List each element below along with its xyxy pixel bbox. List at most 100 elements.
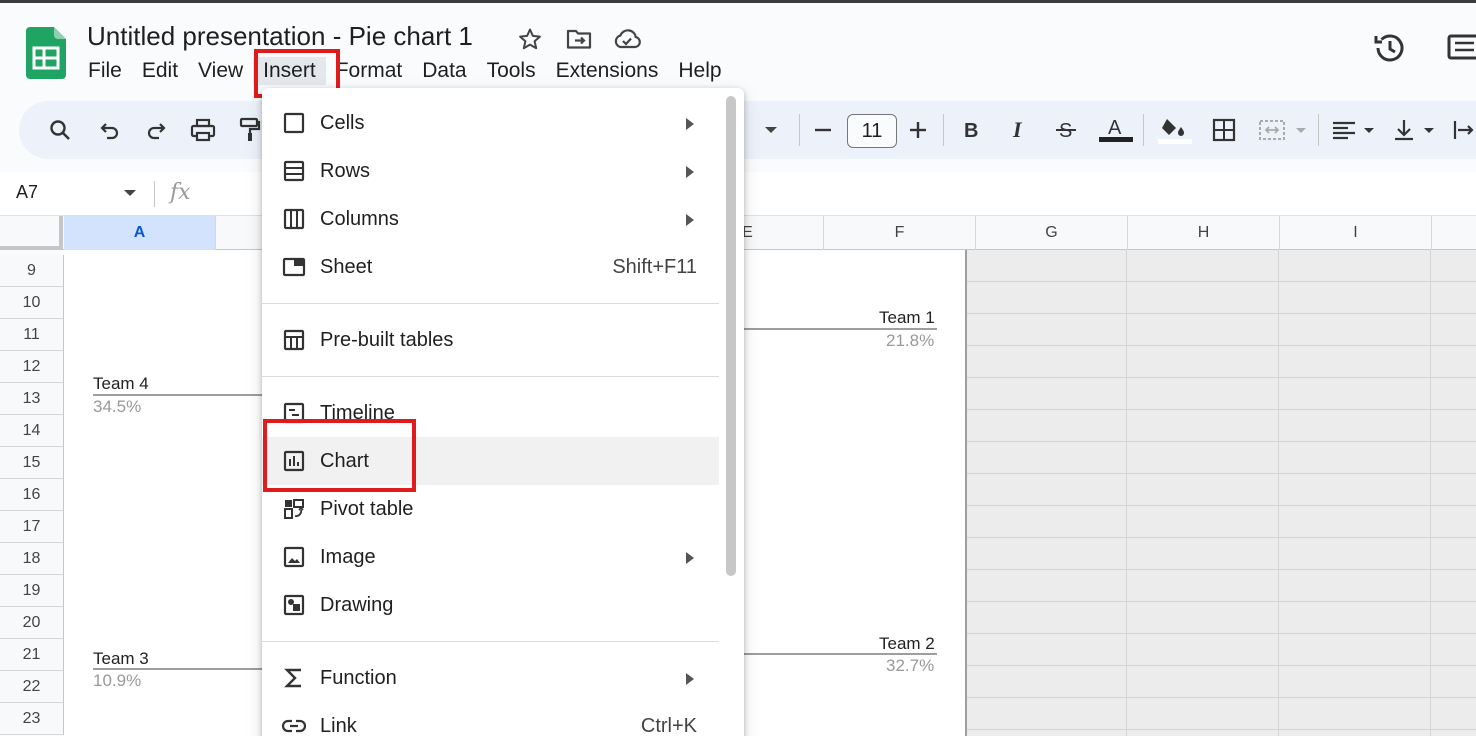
pivot-table-icon bbox=[282, 497, 306, 521]
column-header-g[interactable]: G bbox=[976, 216, 1128, 250]
cell-grid[interactable] bbox=[967, 250, 1476, 736]
row-header[interactable]: 12 bbox=[0, 351, 64, 383]
menu-item-function[interactable]: Function bbox=[262, 654, 719, 702]
row-header[interactable]: 17 bbox=[0, 511, 64, 543]
column-header-j[interactable] bbox=[1432, 216, 1476, 250]
row-header[interactable]: 19 bbox=[0, 575, 64, 607]
column-header-h[interactable]: H bbox=[1128, 216, 1280, 250]
menu-item-sheet[interactable]: Sheet Shift+F11 bbox=[262, 243, 719, 291]
menu-item-label: Cells bbox=[320, 111, 365, 134]
select-all-corner[interactable] bbox=[0, 216, 63, 250]
strikethrough-icon[interactable]: S bbox=[1052, 116, 1080, 144]
rows-icon bbox=[282, 159, 306, 183]
row-header[interactable]: 18 bbox=[0, 543, 64, 575]
column-header-f[interactable]: F bbox=[824, 216, 976, 250]
menu-extensions[interactable]: Extensions bbox=[546, 57, 669, 85]
menu-bar: File Edit View Insert Format Data Tools … bbox=[78, 57, 732, 85]
leader-line-team-3 bbox=[93, 668, 263, 670]
row-header[interactable]: 22 bbox=[0, 671, 64, 703]
row-header[interactable]: 15 bbox=[0, 447, 64, 479]
row-header[interactable]: 16 bbox=[0, 479, 64, 511]
paint-format-icon[interactable] bbox=[236, 116, 264, 144]
redo-icon[interactable] bbox=[142, 116, 170, 144]
toolbar-divider bbox=[1143, 114, 1144, 146]
column-header-a[interactable]: A bbox=[64, 216, 216, 250]
document-title[interactable]: Untitled presentation - Pie chart 1 bbox=[87, 21, 473, 52]
leader-line-team-1 bbox=[740, 328, 937, 330]
merge-cells-icon bbox=[1258, 116, 1310, 144]
submenu-arrow-icon bbox=[684, 165, 696, 178]
slice-label-team-2: Team 2 bbox=[879, 634, 935, 653]
row-header[interactable]: 11 bbox=[0, 319, 64, 351]
undo-icon[interactable] bbox=[96, 116, 124, 144]
leader-line-team-2 bbox=[740, 653, 937, 655]
table-icon bbox=[282, 328, 306, 352]
text-wrapping-icon[interactable] bbox=[1450, 116, 1476, 144]
font-size-input[interactable]: 11 bbox=[847, 114, 897, 148]
horizontal-align-icon[interactable] bbox=[1330, 116, 1380, 144]
menu-help[interactable]: Help bbox=[668, 57, 731, 85]
row-header[interactable]: 13 bbox=[0, 383, 64, 415]
svg-text:B: B bbox=[964, 120, 978, 141]
print-icon[interactable] bbox=[189, 116, 217, 144]
menu-item-pre-built-tables[interactable]: Pre-built tables bbox=[262, 316, 719, 364]
menu-scrollbar[interactable] bbox=[726, 96, 736, 576]
menu-edit[interactable]: Edit bbox=[132, 57, 188, 85]
menu-item-link[interactable]: Link Ctrl+K bbox=[262, 702, 719, 736]
fx-icon: fx bbox=[170, 180, 191, 205]
shortcut-label: Ctrl+K bbox=[640, 714, 697, 736]
submenu-arrow-icon bbox=[684, 117, 696, 130]
column-header-b[interactable] bbox=[216, 216, 264, 250]
menu-item-label: Pre-built tables bbox=[320, 328, 454, 351]
slice-label-team-1: Team 1 bbox=[879, 308, 935, 327]
text-color-icon[interactable]: A bbox=[1098, 116, 1134, 144]
menu-item-label: Sheet bbox=[320, 255, 373, 278]
row-header[interactable]: 21 bbox=[0, 639, 64, 671]
menu-view[interactable]: View bbox=[188, 57, 253, 85]
toolbar-divider bbox=[799, 114, 800, 146]
menu-divider bbox=[262, 376, 719, 377]
vertical-align-icon[interactable] bbox=[1392, 116, 1442, 144]
italic-icon[interactable]: I bbox=[1005, 116, 1033, 144]
menu-tools[interactable]: Tools bbox=[477, 57, 546, 85]
name-box[interactable]: A7 bbox=[16, 182, 38, 203]
menu-item-cells[interactable]: Cells bbox=[262, 99, 719, 147]
column-header-i[interactable]: I bbox=[1280, 216, 1432, 250]
menu-divider bbox=[262, 303, 719, 304]
search-menus-icon[interactable] bbox=[46, 116, 74, 144]
menu-file[interactable]: File bbox=[78, 57, 132, 85]
decrease-font-size-icon[interactable] bbox=[809, 116, 837, 144]
shortcut-label: Shift+F11 bbox=[612, 255, 697, 278]
row-header[interactable]: 9 bbox=[0, 255, 64, 287]
menu-data[interactable]: Data bbox=[412, 57, 476, 85]
svg-text:A: A bbox=[1108, 117, 1122, 139]
move-folder-icon[interactable] bbox=[565, 26, 593, 52]
menu-item-image[interactable]: Image bbox=[262, 533, 719, 581]
row-header[interactable]: 23 bbox=[0, 703, 64, 735]
menu-item-pivot-table[interactable]: Pivot table bbox=[262, 485, 719, 533]
menu-item-drawing[interactable]: Drawing bbox=[262, 581, 719, 629]
menu-item-rows[interactable]: Rows bbox=[262, 147, 719, 195]
name-box-caret-icon[interactable] bbox=[122, 185, 138, 201]
menu-item-label: Rows bbox=[320, 159, 371, 182]
row-header[interactable]: 20 bbox=[0, 607, 64, 639]
borders-icon[interactable] bbox=[1210, 116, 1238, 144]
submenu-arrow-icon bbox=[684, 672, 696, 685]
font-dropdown-caret-icon[interactable] bbox=[757, 116, 785, 144]
increase-font-size-icon[interactable] bbox=[904, 116, 932, 144]
menu-item-label: Link bbox=[320, 714, 357, 736]
fill-color-icon[interactable] bbox=[1157, 116, 1193, 144]
version-history-icon[interactable] bbox=[1372, 30, 1408, 66]
menu-item-label: Pivot table bbox=[320, 497, 414, 520]
cloud-saved-icon[interactable] bbox=[613, 26, 641, 52]
sheets-logo-icon[interactable] bbox=[26, 27, 66, 79]
submenu-arrow-icon bbox=[684, 551, 696, 564]
chart-menu-annotation-box bbox=[263, 419, 416, 492]
comments-icon[interactable] bbox=[1446, 30, 1476, 66]
menu-item-columns[interactable]: Columns bbox=[262, 195, 719, 243]
bold-icon[interactable]: B bbox=[957, 116, 985, 144]
star-icon[interactable] bbox=[516, 26, 544, 52]
row-header[interactable]: 14 bbox=[0, 415, 64, 447]
slice-percent-team-3: 10.9% bbox=[93, 671, 142, 690]
row-header[interactable]: 10 bbox=[0, 287, 64, 319]
